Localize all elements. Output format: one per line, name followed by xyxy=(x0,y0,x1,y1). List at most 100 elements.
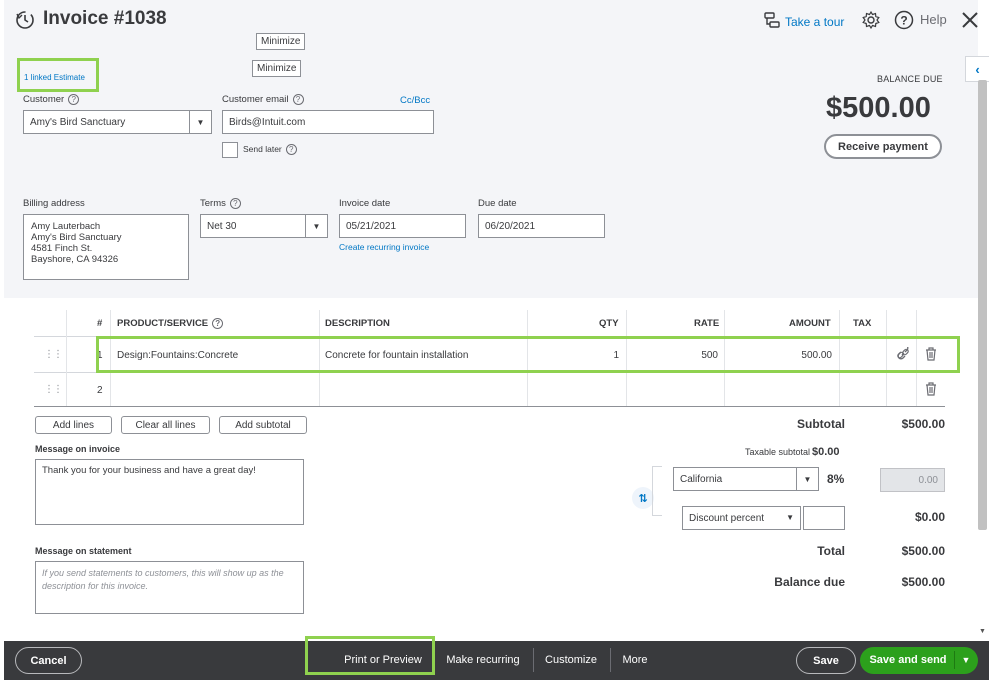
table-divider xyxy=(34,406,945,407)
highlighted-row-outline xyxy=(96,336,960,373)
due-date-value: 06/20/2021 xyxy=(485,220,536,232)
terms-value: Net 30 xyxy=(207,220,237,232)
taxable-subtotal-value: $0.00 xyxy=(812,446,840,458)
make-recurring-button[interactable]: Make recurring xyxy=(440,648,526,672)
chevron-down-icon: ▼ xyxy=(796,468,818,490)
split-separator xyxy=(954,651,955,669)
add-subtotal-button[interactable]: Add subtotal xyxy=(219,416,307,434)
save-button[interactable]: Save xyxy=(796,647,856,674)
tax-region-value: California xyxy=(680,473,723,485)
invoice-date-value: 05/21/2021 xyxy=(346,220,397,232)
svg-text:?: ? xyxy=(900,14,907,28)
message-invoice-label: Message on invoice xyxy=(35,444,121,454)
billing-line: Amy's Bird Sanctuary xyxy=(31,232,122,243)
customer-email-value: Birds@Intuit.com xyxy=(229,116,306,128)
col-header-num: # xyxy=(97,318,103,329)
help-circle-icon[interactable]: ? xyxy=(285,144,297,156)
message-invoice-textarea[interactable]: Thank you for your business and have a g… xyxy=(35,459,304,525)
discount-amount: $0.00 xyxy=(914,510,945,524)
take-tour-link[interactable]: Take a tour xyxy=(763,11,844,32)
message-statement-textarea[interactable]: If you send statements to customers, thi… xyxy=(35,561,304,614)
billing-address-textarea[interactable]: Amy Lauterbach Amy's Bird Sanctuary 4581… xyxy=(23,214,189,280)
due-date-label: Due date xyxy=(478,198,517,209)
invoice-date-input[interactable]: 05/21/2021 xyxy=(339,214,466,238)
message-statement-placeholder: If you send statements to customers, thi… xyxy=(42,568,284,591)
total-label: Total xyxy=(817,544,845,558)
minimize-button[interactable]: Minimize xyxy=(256,33,306,50)
balance-due-amount: $500.00 xyxy=(826,92,931,124)
tax-discount-bracket xyxy=(652,466,662,516)
taxable-subtotal-label: Taxable subtotal xyxy=(744,447,810,457)
due-date-input[interactable]: 06/20/2021 xyxy=(478,214,605,238)
col-header-qty: QTY xyxy=(599,318,619,329)
recent-transactions-icon[interactable] xyxy=(14,9,36,31)
collapse-panel-button[interactable]: ‹ xyxy=(965,56,989,82)
discount-value-input[interactable] xyxy=(803,506,845,530)
col-header-product: PRODUCT/SERVICE? xyxy=(117,318,224,329)
chevron-down-icon[interactable]: ▼ xyxy=(958,648,974,672)
total-value: $500.00 xyxy=(901,544,945,558)
more-button[interactable]: More xyxy=(617,648,653,672)
discount-type-select[interactable]: Discount percent ▼ xyxy=(682,506,801,530)
chevron-down-icon: ▼ xyxy=(305,215,327,237)
drag-handle-icon[interactable]: ⋮⋮ xyxy=(44,349,63,360)
message-invoice-value: Thank you for your business and have a g… xyxy=(42,465,256,476)
terms-label: Terms? xyxy=(200,198,241,209)
tax-rate-value: 8% xyxy=(827,472,845,486)
customer-label: Customer? xyxy=(23,94,80,105)
billing-line: 4581 Finch St. xyxy=(31,243,93,254)
customize-button[interactable]: Customize xyxy=(540,648,602,672)
send-later-checkbox[interactable] xyxy=(222,142,238,158)
clear-all-lines-button[interactable]: Clear all lines xyxy=(121,416,210,434)
col-divider xyxy=(66,310,67,406)
create-recurring-link[interactable]: Create recurring invoice xyxy=(339,242,429,252)
swap-tax-discount-icon[interactable]: ⇅ xyxy=(632,487,654,509)
tax-amount-input[interactable]: 0.00 xyxy=(880,468,945,492)
print-preview-highlight xyxy=(305,636,435,675)
linked-estimate-link[interactable]: 1 linked Estimate xyxy=(17,58,99,92)
tax-amount-value: 0.00 xyxy=(918,474,938,486)
col-header-description: DESCRIPTION xyxy=(325,318,390,329)
customer-value: Amy's Bird Sanctuary xyxy=(30,116,126,128)
help-icon[interactable]: ? xyxy=(894,10,914,30)
discount-type-value: Discount percent xyxy=(689,512,765,524)
help-circle-icon[interactable]: ? xyxy=(68,94,80,105)
subtotal-label: Subtotal xyxy=(797,417,845,431)
add-lines-button[interactable]: Add lines xyxy=(35,416,112,434)
help-circle-icon[interactable]: ? xyxy=(292,94,304,105)
help-label[interactable]: Help xyxy=(920,12,947,27)
chevron-left-icon: ‹ xyxy=(975,61,980,77)
receive-payment-button[interactable]: Receive payment xyxy=(824,134,942,159)
row-num: 2 xyxy=(97,385,103,396)
drag-handle-icon[interactable]: ⋮⋮ xyxy=(44,384,63,395)
customer-select[interactable]: Amy's Bird Sanctuary ▼ xyxy=(23,110,212,134)
trash-icon[interactable] xyxy=(925,382,937,399)
save-and-send-button[interactable]: Save and send xyxy=(863,648,953,672)
footer-separator xyxy=(533,648,534,672)
page-title: Invoice #1038 xyxy=(43,8,167,29)
billing-line: Amy Lauterbach xyxy=(31,221,101,232)
terms-select[interactable]: Net 30 ▼ xyxy=(200,214,328,238)
footer-separator xyxy=(610,648,611,672)
customer-email-label: Customer email? xyxy=(222,94,304,105)
help-circle-icon[interactable]: ? xyxy=(212,318,224,329)
minimize-button-2[interactable]: Minimize xyxy=(252,60,302,77)
cancel-button[interactable]: Cancel xyxy=(15,647,82,674)
take-tour-label: Take a tour xyxy=(785,14,845,29)
subtotal-value: $500.00 xyxy=(901,417,945,431)
scroll-down-icon[interactable]: ▼ xyxy=(979,628,986,635)
balance-due-label: BALANCE DUE xyxy=(877,74,943,84)
tour-icon xyxy=(763,11,781,32)
cc-bcc-link[interactable]: Cc/Bcc xyxy=(400,95,430,106)
vertical-scrollbar[interactable] xyxy=(978,80,987,530)
billing-line: Bayshore, CA 94326 xyxy=(31,254,119,265)
col-header-tax: TAX xyxy=(853,318,872,329)
customer-email-input[interactable]: Birds@Intuit.com xyxy=(222,110,434,134)
gear-icon[interactable] xyxy=(861,10,881,30)
close-icon[interactable] xyxy=(960,10,980,30)
help-circle-icon[interactable]: ? xyxy=(229,198,241,209)
billing-address-label: Billing address xyxy=(23,198,85,209)
balance-due-row-label: Balance due xyxy=(774,575,845,589)
tax-rate-select[interactable]: California ▼ xyxy=(673,467,819,491)
invoice-date-label: Invoice date xyxy=(339,198,391,209)
